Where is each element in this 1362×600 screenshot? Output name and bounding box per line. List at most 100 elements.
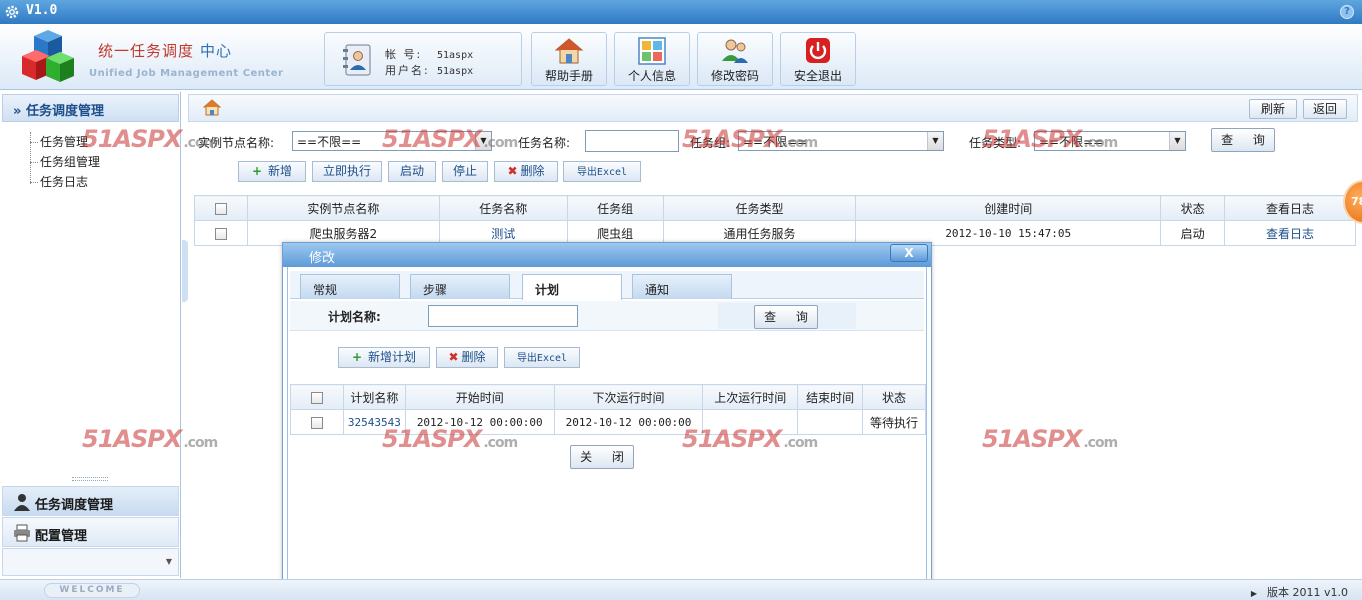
plus-icon: +: [351, 350, 363, 364]
account-value: 51aspx: [437, 50, 474, 61]
task-name-input[interactable]: [585, 130, 679, 152]
run-now-button[interactable]: 立即执行: [312, 161, 382, 182]
plan-row-select-cell: [290, 409, 344, 435]
title-bar: V1.0 ?: [0, 0, 1362, 24]
tab-general[interactable]: 常规: [300, 274, 400, 299]
accordion-config[interactable]: 配置管理: [2, 517, 179, 547]
version-info: ▶ 版本 2011 v1.0: [1251, 584, 1348, 600]
panel-splitter[interactable]: [72, 477, 108, 481]
view-log-link[interactable]: 查看日志: [1224, 220, 1356, 246]
tab-notify[interactable]: 通知: [632, 274, 732, 299]
col-node-name[interactable]: 实例节点名称: [246, 195, 440, 221]
add-button[interactable]: + 新增: [238, 161, 306, 182]
home-icon[interactable]: [203, 99, 221, 116]
col-end-time[interactable]: 结束时间: [797, 384, 864, 410]
gear-icon: [5, 5, 19, 19]
task-name-filter-label: 任务名称:: [518, 136, 571, 150]
add-plan-label: 新增计划: [368, 350, 417, 364]
change-password-button[interactable]: 修改密码: [697, 32, 773, 86]
type-select[interactable]: ==不限== ▼: [1034, 131, 1186, 151]
stop-button[interactable]: 停止: [442, 161, 488, 182]
cell-status: 启动: [1160, 220, 1226, 246]
export-plan-label: 导出Excel: [516, 353, 568, 364]
export-plan-button[interactable]: 导出Excel: [504, 347, 580, 368]
type-select-value: ==不限==: [1039, 135, 1104, 149]
query-button[interactable]: 查 询: [1211, 128, 1275, 152]
group-select-value: ==不限==: [743, 135, 808, 149]
plan-name-input[interactable]: [428, 305, 578, 327]
delete-button[interactable]: ✖ 删除: [494, 161, 558, 182]
col-status[interactable]: 状态: [1160, 195, 1226, 221]
tab-steps[interactable]: 步骤: [410, 274, 510, 299]
sidebar-header: » 任务调度管理: [2, 94, 179, 122]
chevron-down-icon: ▼: [927, 132, 943, 150]
help-icon[interactable]: ?: [1340, 5, 1354, 19]
dialog-close-button[interactable]: 关 闭: [570, 445, 634, 469]
col-last-run[interactable]: 上次运行时间: [702, 384, 799, 410]
user-icon: [14, 494, 30, 511]
start-button[interactable]: 启动: [388, 161, 436, 182]
username-value: 51aspx: [437, 66, 474, 77]
close-icon[interactable]: X: [890, 244, 928, 262]
refresh-button[interactable]: 刷新: [1249, 99, 1297, 119]
col-task-type[interactable]: 任务类型: [662, 195, 857, 221]
node-select[interactable]: ==不限== ▼: [292, 131, 492, 151]
play-arrow-icon: ▶: [1250, 589, 1257, 598]
username-label: 用户名:: [385, 64, 430, 77]
dialog-body: 常规 步骤 计划 通知 计划名称: 查 询 + 新增计划 ✖ 删除 导出Excel: [287, 267, 927, 600]
col-plan-status[interactable]: 状态: [862, 384, 926, 410]
row-select-cell: [194, 220, 248, 246]
filter-row: 实例节点名称: ==不限== ▼ 任务名称: 任务组: ==不限== ▼ 任务类…: [188, 128, 1358, 156]
chevron-down-icon: ▼: [475, 132, 491, 150]
task-tree: 任务管理 任务组管理 任务日志: [30, 132, 100, 192]
group-select[interactable]: ==不限== ▼: [738, 131, 944, 151]
tab-plan[interactable]: 计划: [522, 274, 622, 300]
tree-item-task-group-management[interactable]: 任务组管理: [30, 152, 100, 172]
col-start-time[interactable]: 开始时间: [404, 384, 555, 410]
select-all-checkbox[interactable]: [214, 202, 227, 215]
plan-table: 计划名称 开始时间 下次运行时间 上次运行时间 结束时间 状态 32543543…: [290, 384, 926, 435]
plan-table-header: 计划名称 开始时间 下次运行时间 上次运行时间 结束时间 状态: [290, 384, 926, 410]
logout-button[interactable]: 安全退出: [780, 32, 856, 86]
tree-item-task-log[interactable]: 任务日志: [30, 172, 100, 192]
add-plan-button[interactable]: + 新增计划: [338, 347, 430, 368]
cell-plan-name[interactable]: 32543543: [342, 409, 406, 435]
help-manual-button[interactable]: 帮助手册: [531, 32, 607, 86]
sidebar-dropdown[interactable]: ▼: [2, 548, 179, 576]
username-row: 用户名: 51aspx: [385, 62, 473, 78]
app-version: V1.0: [26, 3, 58, 18]
plan-row-checkbox[interactable]: [310, 416, 323, 429]
logout-label: 安全退出: [793, 69, 842, 83]
header: 统一任务调度 中心 Unified Job Management Center 帐…: [0, 24, 1362, 90]
profile-label: 个人信息: [627, 69, 676, 83]
delete-x-icon: ✖: [507, 164, 518, 178]
brand-title: 统一任务调度 中心: [98, 40, 232, 61]
task-table: 实例节点名称 任务名称 任务组 任务类型 创建时间 状态 查看日志 爬虫服务器2…: [194, 195, 1356, 246]
col-next-run[interactable]: 下次运行时间: [553, 384, 704, 410]
table-row[interactable]: 32543543 2012-10-12 00:00:00 2012-10-12 …: [290, 409, 926, 435]
plan-select-all-checkbox[interactable]: [310, 391, 323, 404]
plan-filter-row: 计划名称: 查 询: [290, 301, 924, 331]
tree-item-task-management[interactable]: 任务管理: [30, 132, 100, 152]
power-icon: [806, 38, 830, 63]
col-plan-name[interactable]: 计划名称: [342, 384, 406, 410]
col-task-group[interactable]: 任务组: [566, 195, 664, 221]
profile-button[interactable]: 个人信息: [614, 32, 690, 86]
plan-query-button[interactable]: 查 询: [754, 305, 818, 329]
accordion-task-scheduling-label: 任务调度管理: [35, 498, 114, 513]
export-excel-button[interactable]: 导出Excel: [563, 161, 641, 182]
accordion-task-scheduling[interactable]: 任务调度管理: [2, 486, 179, 516]
back-button[interactable]: 返回: [1303, 99, 1347, 119]
change-password-label: 修改密码: [710, 69, 759, 83]
col-task-name[interactable]: 任务名称: [438, 195, 568, 221]
col-created-time[interactable]: 创建时间: [855, 195, 1162, 221]
dialog-title[interactable]: 修改: [283, 243, 931, 267]
brand-subtitle: Unified Job Management Center: [89, 68, 284, 79]
cell-end-time: [797, 409, 864, 435]
sidebar-header-label: 任务调度管理: [25, 104, 104, 119]
delete-plan-button[interactable]: ✖ 删除: [436, 347, 498, 368]
plan-select-all-cell: [290, 384, 344, 410]
row-checkbox[interactable]: [214, 227, 227, 240]
cell-next-run: 2012-10-12 00:00:00: [553, 409, 704, 435]
brand-title-center: 中心: [200, 42, 233, 60]
